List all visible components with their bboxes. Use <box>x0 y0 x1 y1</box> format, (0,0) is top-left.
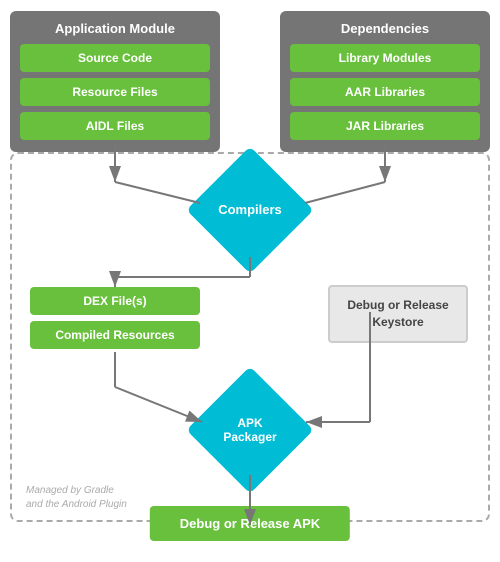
keystore-box: Debug or Release Keystore <box>328 285 468 343</box>
aidl-files-btn: AIDL Files <box>20 112 210 140</box>
dependencies-title: Dependencies <box>290 21 480 36</box>
dependencies-box: Dependencies Library Modules AAR Librari… <box>280 11 490 152</box>
diagram: Application Module Source Code Resource … <box>10 7 490 555</box>
aar-libraries-btn: AAR Libraries <box>290 78 480 106</box>
resource-files-btn: Resource Files <box>20 78 210 106</box>
compilers-diamond-shape <box>186 146 313 273</box>
output-apk: Debug or Release APK <box>150 506 350 541</box>
source-code-btn: Source Code <box>20 44 210 72</box>
app-module-box: Application Module Source Code Resource … <box>10 11 220 152</box>
dex-files-btn: DEX File(s) <box>30 287 200 315</box>
gradle-label: Managed by Gradle and the Android Plugin <box>26 484 127 512</box>
top-section: Application Module Source Code Resource … <box>10 11 490 152</box>
app-module-title: Application Module <box>20 21 210 36</box>
apk-packager-diamond: APK Packager <box>165 382 335 477</box>
left-outputs: DEX File(s) Compiled Resources <box>30 287 200 349</box>
compiled-resources-btn: Compiled Resources <box>30 321 200 349</box>
library-modules-btn: Library Modules <box>290 44 480 72</box>
jar-libraries-btn: JAR Libraries <box>290 112 480 140</box>
apk-packager-diamond-shape <box>186 366 313 493</box>
compilers-diamond: Compilers <box>165 162 335 257</box>
